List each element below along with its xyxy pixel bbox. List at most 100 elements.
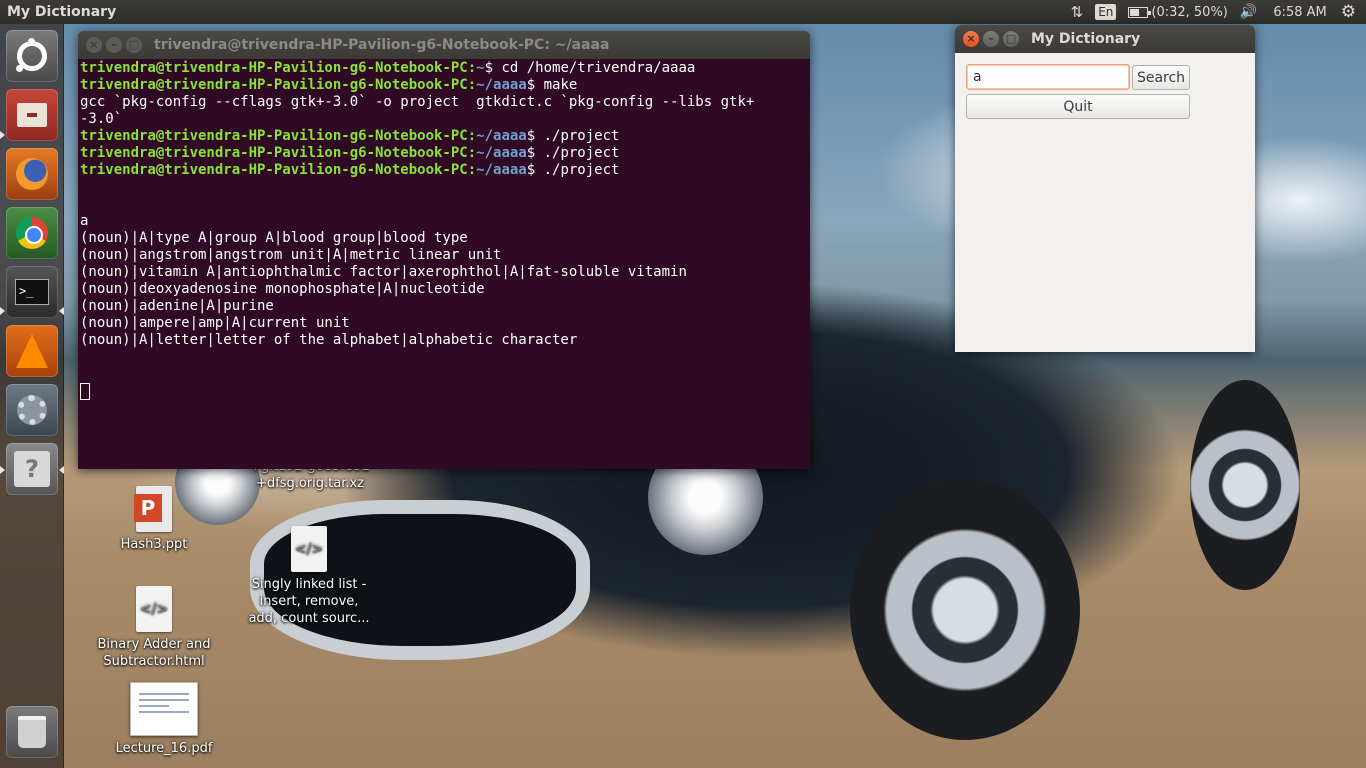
network-icon[interactable]: ⇅ [1071, 3, 1084, 21]
terminal-text: -3.0` [80, 111, 123, 127]
files-launcher[interactable] [6, 89, 58, 141]
terminal-text: (noun)|A|letter|letter of the alphabet|a… [80, 332, 578, 348]
indicator-area: ⇅ En (0:32, 50%) 🔊 6:58 AM ⚙ [1059, 0, 1366, 24]
chrome-icon [16, 217, 48, 249]
desktop-icon-binary-adder[interactable]: </> Binary Adder and Subtractor.html [88, 586, 220, 670]
dictionary-minimize-button[interactable]: – [983, 31, 999, 47]
code-file-icon: </> [291, 526, 327, 572]
quit-button[interactable]: Quit [966, 94, 1190, 119]
wallpaper-wheel [850, 480, 1080, 740]
desktop-icon-lecture-pdf[interactable]: Lecture_16.pdf [96, 682, 232, 757]
prompt-user-host: trivendra@trivendra-HP-Pavilion-g6-Noteb… [80, 162, 477, 178]
terminal-line: a [80, 213, 808, 230]
pdf-thumbnail-icon [130, 682, 198, 736]
panel-app-title: My Dictionary [7, 4, 117, 20]
prompt-command: $ ./project [526, 145, 620, 161]
ubuntu-dash-button[interactable] [6, 30, 58, 82]
prompt-command: $ cd /home/trivendra/aaaa [484, 60, 696, 76]
launcher: >_ ? [0, 24, 64, 768]
hash3-filename: Hash3.ppt [120, 537, 188, 552]
terminal-titlebar[interactable]: × – □ trivendra@trivendra-HP-Pavilion-g6… [78, 31, 810, 59]
terminal-close-button[interactable]: × [86, 37, 102, 53]
terminal-output[interactable]: trivendra@trivendra-HP-Pavilion-g6-Noteb… [78, 59, 810, 401]
terminal-minimize-button[interactable]: – [106, 37, 122, 53]
volume-icon[interactable]: 🔊 [1240, 4, 1257, 20]
vlc-cone-icon [16, 334, 48, 368]
prompt-command: $ make [526, 77, 578, 93]
terminal-line: (noun)|ampere|amp|A|current unit [80, 315, 808, 332]
help-launcher[interactable]: ? [6, 443, 58, 495]
session-gear-icon[interactable]: ⚙ [1341, 2, 1356, 22]
terminal-line: trivendra@trivendra-HP-Pavilion-g6-Noteb… [80, 162, 808, 179]
terminal-text: (noun)|deoxyadenosine monophosphate|A|nu… [80, 281, 485, 297]
terminal-text: (noun)|angstrom|angstrom unit|A|metric l… [80, 247, 502, 263]
lecture-filename: Lecture_16.pdf [115, 741, 213, 756]
running-indicator [0, 131, 5, 139]
trash-launcher[interactable] [6, 706, 58, 758]
terminal-line: -3.0` [80, 111, 808, 128]
prompt-path: ~/aaaa [476, 128, 527, 144]
search-button[interactable]: Search [1132, 65, 1190, 90]
terminal-launcher[interactable]: >_ [6, 266, 58, 318]
terminal-window[interactable]: × – □ trivendra@trivendra-HP-Pavilion-g6… [78, 31, 810, 469]
focus-indicator [59, 307, 64, 315]
trash-icon [18, 716, 46, 748]
running-indicator [0, 307, 5, 315]
firefox-launcher[interactable] [6, 148, 58, 200]
terminal-line: (noun)|deoxyadenosine monophosphate|A|nu… [80, 281, 808, 298]
terminal-icon: >_ [15, 279, 49, 305]
focus-indicator [59, 466, 64, 474]
dictionary-window[interactable]: × – □ My Dictionary Search Quit [955, 25, 1255, 352]
battery-indicator[interactable]: (0:32, 50%) [1128, 5, 1228, 20]
terminal-line: (noun)|angstrom|angstrom unit|A|metric l… [80, 247, 808, 264]
prompt-path: ~ [476, 60, 485, 76]
terminal-maximize-button[interactable]: □ [126, 37, 142, 53]
terminal-text: (noun)|vitamin A|antiophthalmic factor|a… [80, 264, 687, 280]
chrome-launcher[interactable] [6, 207, 58, 259]
terminal-line: (noun)|A|type A|group A|blood group|bloo… [80, 230, 808, 247]
settings-gear-icon [17, 395, 47, 425]
desktop-icon-hash3-ppt[interactable]: P Hash3.ppt [102, 486, 206, 553]
dictionary-content: Search Quit [955, 53, 1255, 352]
terminal-text: (noun)|A|type A|group A|blood group|bloo… [80, 230, 468, 246]
terminal-line: trivendra@trivendra-HP-Pavilion-g6-Noteb… [80, 145, 808, 162]
top-panel: My Dictionary ⇅ En (0:32, 50%) 🔊 6:58 AM… [0, 0, 1366, 24]
archive-filename-line2: +dfsg.orig.tar.xz [255, 476, 365, 491]
linked-list-filename-line3: add, count sourc... [248, 611, 370, 626]
vlc-launcher[interactable] [6, 325, 58, 377]
word-search-input[interactable] [966, 64, 1130, 90]
prompt-user-host: trivendra@trivendra-HP-Pavilion-g6-Noteb… [80, 128, 477, 144]
clock[interactable]: 6:58 AM [1273, 5, 1326, 20]
binary-adder-filename-line2: Subtractor.html [103, 654, 205, 669]
dictionary-maximize-button[interactable]: □ [1003, 31, 1019, 47]
files-icon [17, 103, 47, 127]
battery-status: (0:32, 50%) [1151, 4, 1228, 20]
battery-icon [1128, 6, 1152, 18]
prompt-command: $ ./project [526, 162, 620, 178]
powerpoint-file-icon: P [134, 486, 172, 532]
terminal-text: (noun)|adenine|A|purine [80, 298, 274, 314]
keyboard-language-indicator[interactable]: En [1095, 4, 1117, 20]
terminal-line: (noun)|A|letter|letter of the alphabet|a… [80, 332, 808, 349]
firefox-icon [16, 158, 48, 190]
terminal-line: trivendra@trivendra-HP-Pavilion-g6-Noteb… [80, 77, 808, 94]
prompt-user-host: trivendra@trivendra-HP-Pavilion-g6-Noteb… [80, 145, 477, 161]
code-file-icon: </> [136, 586, 172, 632]
terminal-text: gcc `pkg-config --cflags gtk+-3.0` -o pr… [80, 94, 755, 110]
prompt-path: ~/aaaa [476, 162, 527, 178]
terminal-line: gcc `pkg-config --cflags gtk+-3.0` -o pr… [80, 94, 808, 111]
binary-adder-filename-line1: Binary Adder and [97, 637, 211, 652]
desktop-icon-linked-list[interactable]: </> Singly linked list - insert, remove,… [236, 526, 382, 627]
prompt-path: ~/aaaa [476, 145, 527, 161]
prompt-user-host: trivendra@trivendra-HP-Pavilion-g6-Noteb… [80, 77, 477, 93]
help-question-icon: ? [14, 451, 50, 487]
terminal-title: trivendra@trivendra-HP-Pavilion-g6-Noteb… [154, 37, 610, 53]
system-settings-launcher[interactable] [6, 384, 58, 436]
terminal-text: (noun)|ampere|amp|A|current unit [80, 315, 350, 331]
dictionary-titlebar[interactable]: × – □ My Dictionary [955, 25, 1255, 53]
terminal-text: a [80, 213, 89, 229]
dictionary-close-button[interactable]: × [963, 31, 979, 47]
